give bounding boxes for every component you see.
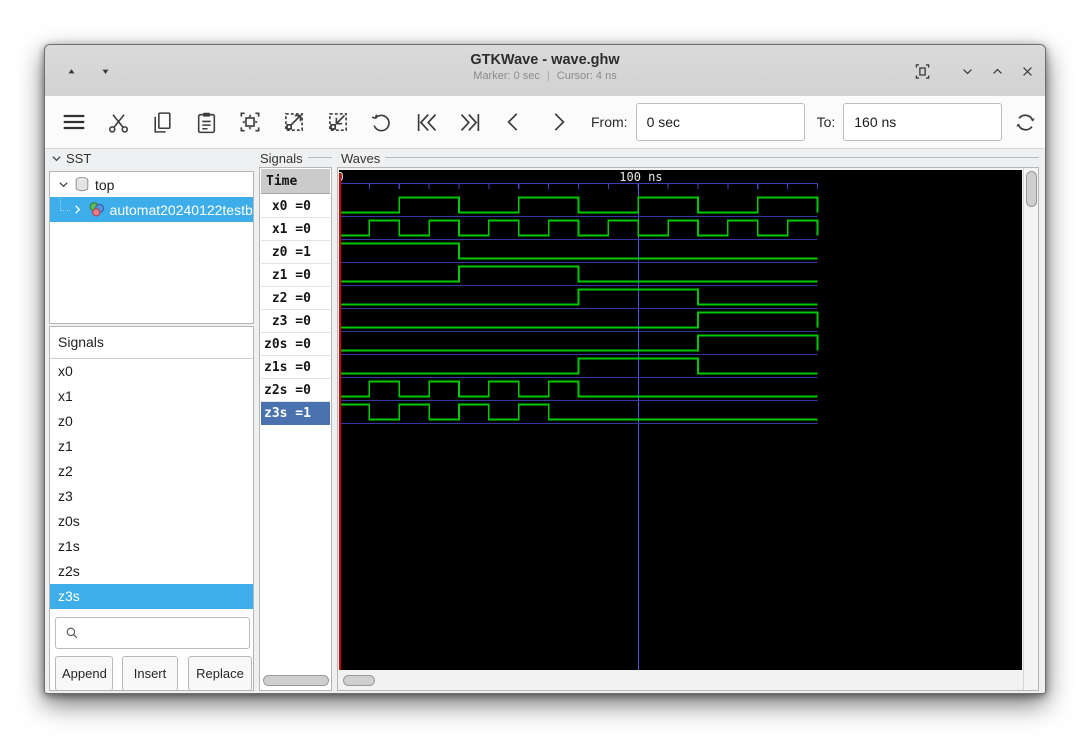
database-icon	[74, 176, 90, 193]
reload-icon[interactable]	[1012, 105, 1039, 139]
waves-panel-label: Waves	[341, 151, 381, 166]
zoom-fit-icon[interactable]	[233, 105, 267, 139]
sst-expander[interactable]: SST	[51, 151, 91, 166]
signal-list-item[interactable]: x0	[50, 359, 253, 384]
close-icon[interactable]	[1014, 58, 1040, 84]
signal-value-row[interactable]: z2s =0	[261, 379, 330, 402]
sst-label: SST	[66, 151, 92, 166]
menu-icon[interactable]	[57, 105, 91, 139]
signal-trace-z0s	[339, 334, 819, 352]
signal-trace-z2s	[339, 380, 818, 398]
toolbar: From: To:	[45, 96, 1045, 149]
signal-list-item[interactable]: z3	[50, 484, 253, 509]
signal-trace-z3s	[339, 403, 818, 421]
search-input[interactable]	[86, 624, 249, 642]
sst-tree-row[interactable]: top	[50, 172, 253, 197]
waves-vscrollbar-thumb[interactable]	[1026, 171, 1037, 207]
cursor-status: Cursor: 4 ns	[556, 70, 617, 82]
window-title: GTKWave - wave.ghw	[470, 52, 620, 68]
signal-value-row[interactable]: z3 =0	[261, 310, 330, 333]
next-edge-icon[interactable]	[541, 105, 575, 139]
signal-list-item[interactable]: z2s	[50, 559, 253, 584]
chevron-right-icon[interactable]	[72, 204, 83, 215]
timeline-tick-label: 100 ns	[619, 170, 662, 184]
values-hscrollbar[interactable]	[262, 674, 331, 688]
gtkwave-window: GTKWave - wave.ghw Marker: 0 sec | Cursor:…	[44, 44, 1046, 694]
signal-list-item[interactable]: x1	[50, 384, 253, 409]
insert-button[interactable]: Insert	[122, 656, 178, 690]
signal-list-item[interactable]: z0s	[50, 509, 253, 534]
keep-above-icon[interactable]	[909, 58, 935, 84]
component-icon	[88, 201, 105, 218]
signal-list-item[interactable]: z1s	[50, 534, 253, 559]
waves-hscrollbar[interactable]	[340, 674, 1020, 688]
window-subtitle: Marker: 0 sec | Cursor: 4 ns	[45, 69, 1045, 84]
titlebar-text: GTKWave - wave.ghw Marker: 0 sec | Cursor:…	[45, 51, 1045, 84]
signal-value-row[interactable]: z3s =1	[261, 402, 330, 425]
signal-value-row[interactable]: z1s =0	[261, 356, 330, 379]
timeline-ruler	[339, 182, 819, 189]
from-label: From:	[591, 114, 628, 130]
undo-icon[interactable]	[365, 105, 399, 139]
go-to-start-icon[interactable]	[409, 105, 443, 139]
signals-list-panel: Signals x0 x1 z0 z1 z2 z3 z0s z1s z2s z3s Append I…	[49, 326, 254, 691]
values-panel-label: Signals	[260, 151, 303, 166]
signal-list-item[interactable]: z0	[50, 409, 253, 434]
signal-list-item[interactable]: z1	[50, 434, 253, 459]
signal-trace-z0	[339, 242, 818, 260]
append-button[interactable]: Append	[55, 656, 113, 690]
sst-tree-row[interactable]: automat20240122testbe	[50, 197, 253, 222]
waves-panel: 0100 ns	[337, 167, 1039, 691]
maximize-chevron-icon[interactable]	[984, 58, 1010, 84]
signal-value-row[interactable]: z0 =1	[261, 241, 330, 264]
tree-node-label: automat20240122testbe	[109, 201, 253, 218]
from-input[interactable]	[635, 103, 805, 141]
zoom-out-icon[interactable]	[277, 105, 311, 139]
to-label: To:	[816, 114, 836, 130]
signal-list-item[interactable]: z2	[50, 459, 253, 484]
go-to-end-icon[interactable]	[453, 105, 487, 139]
magnifier-icon	[66, 627, 78, 639]
cut-icon[interactable]	[101, 105, 135, 139]
zoom-in-icon[interactable]	[321, 105, 355, 139]
paste-icon[interactable]	[189, 105, 223, 139]
signal-trace-x0	[339, 196, 819, 214]
copy-icon[interactable]	[145, 105, 179, 139]
signal-trace-x1	[339, 219, 819, 237]
signal-trace-z1s	[339, 357, 818, 375]
signal-values-panel: Time x0 =0 x1 =0 z0 =1 z1 =0 z2 =0 z3 =0…	[259, 167, 332, 691]
signals-list-header: Signals	[50, 327, 253, 359]
prev-edge-icon[interactable]	[497, 105, 531, 139]
time-header[interactable]: Time	[261, 169, 330, 194]
signal-trace-z3	[339, 311, 819, 329]
signal-trace-z2	[339, 288, 818, 306]
sst-tree-panel: top automat20240122testbe	[49, 171, 254, 324]
search-box[interactable]	[55, 617, 250, 649]
marker-status: Marker: 0 sec	[473, 70, 540, 82]
signal-trace-z1	[339, 265, 818, 283]
signal-value-row[interactable]: x0 =0	[261, 195, 330, 218]
subtitle-separator: |	[546, 70, 550, 82]
waves-vscrollbar[interactable]	[1023, 168, 1038, 690]
desktop-background: GTKWave - wave.ghw Marker: 0 sec | Cursor:…	[0, 0, 1090, 738]
minimize-chevron-icon[interactable]	[954, 58, 980, 84]
signal-list-item[interactable]: z3s	[50, 584, 253, 609]
signal-value-row[interactable]: z1 =0	[261, 264, 330, 287]
signal-value-row[interactable]: z0s =0	[261, 333, 330, 356]
signal-value-row[interactable]: x1 =0	[261, 218, 330, 241]
wave-canvas[interactable]: 0100 ns	[339, 170, 1022, 670]
to-input[interactable]	[843, 103, 1003, 141]
tree-node-label: top	[95, 176, 115, 193]
tree-guide	[60, 198, 70, 211]
replace-button[interactable]: Replace	[188, 656, 252, 690]
chevron-down-icon[interactable]	[58, 179, 69, 190]
titlebar[interactable]: GTKWave - wave.ghw Marker: 0 sec | Cursor:…	[45, 45, 1045, 97]
chevron-down-icon	[52, 156, 61, 162]
signal-value-row[interactable]: z2 =0	[261, 287, 330, 310]
values-hscrollbar-thumb[interactable]	[263, 675, 329, 686]
waves-hscrollbar-thumb[interactable]	[343, 675, 375, 686]
